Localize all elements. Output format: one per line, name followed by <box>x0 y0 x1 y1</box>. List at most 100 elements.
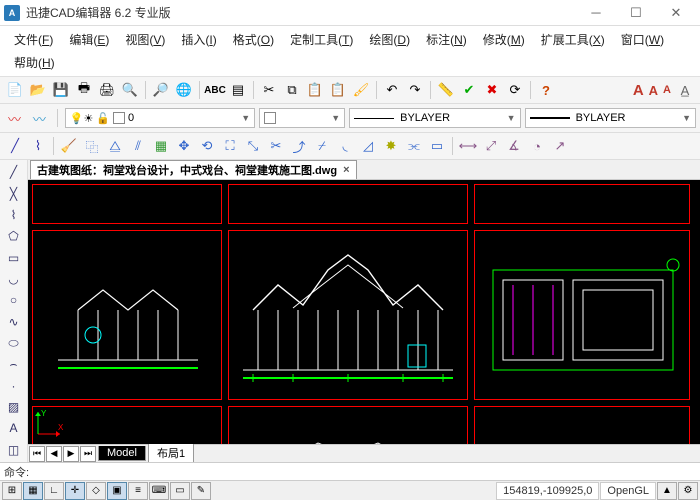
linetype-combo[interactable]: BYLAYER ▼ <box>349 108 520 128</box>
help-icon[interactable]: ? <box>535 79 557 101</box>
dyn-toggle[interactable]: ⌨ <box>149 482 169 500</box>
command-line[interactable]: 命令: <box>0 462 700 480</box>
menu-i[interactable]: 插入(I) <box>173 28 224 51</box>
dim-linear-icon[interactable]: ⟷ <box>457 135 479 157</box>
open-icon[interactable]: 📂 <box>27 79 49 101</box>
region-icon[interactable]: ▭ <box>426 135 448 157</box>
settings-icon[interactable]: ⚙ <box>678 482 698 500</box>
save-icon[interactable]: 💾 <box>50 79 72 101</box>
menu-o[interactable]: 格式(O) <box>225 28 282 51</box>
erase-icon[interactable]: 🧹 <box>58 135 80 157</box>
ellipse-arc-icon[interactable]: ⌢ <box>3 354 25 374</box>
file-tab[interactable]: 古建筑图纸：祠堂戏台设计，中式戏台、祠堂建筑施工图.dwg × <box>30 160 357 179</box>
close-tab-icon[interactable]: × <box>343 164 349 176</box>
print-icon[interactable]: 🖨 <box>96 79 118 101</box>
otrack-toggle[interactable]: ▣ <box>107 482 127 500</box>
brush2-icon[interactable]: 〰 <box>29 107 50 129</box>
tab-last-icon[interactable]: ⏭ <box>80 446 96 462</box>
array-icon[interactable]: ▦ <box>150 135 172 157</box>
matchprop-icon[interactable]: 🖌 <box>350 79 372 101</box>
join-icon[interactable]: ⫘ <box>403 135 425 157</box>
break-icon[interactable]: ⌿ <box>311 135 333 157</box>
offset-icon[interactable]: ⫽ <box>127 135 149 157</box>
menu-d[interactable]: 绘图(D) <box>361 28 418 51</box>
tab-prev-icon[interactable]: ◀ <box>46 446 62 462</box>
layers-icon[interactable]: ▤ <box>227 79 249 101</box>
text-mid-icon[interactable]: A <box>647 83 660 98</box>
compass-icon[interactable]: ▲ <box>657 482 677 500</box>
globe-icon[interactable]: 🌐 <box>173 79 195 101</box>
new-icon[interactable]: 📄 <box>4 79 26 101</box>
text-big-icon[interactable]: A <box>631 82 646 99</box>
model-toggle[interactable]: ▭ <box>170 482 190 500</box>
polar-toggle[interactable]: ✛ <box>65 482 85 500</box>
menu-w[interactable]: 窗口(W) <box>613 28 672 51</box>
grid-toggle[interactable]: ▦ <box>23 482 43 500</box>
minimize-button[interactable]: ─ <box>576 0 616 26</box>
close-button[interactable]: ✕ <box>656 0 696 26</box>
menu-m[interactable]: 修改(M) <box>475 28 533 51</box>
point-icon[interactable]: · <box>3 376 25 396</box>
paste-alt-icon[interactable]: 📋 <box>327 79 349 101</box>
undo-icon[interactable]: ↶ <box>381 79 403 101</box>
menu-e[interactable]: 编辑(E) <box>61 28 117 51</box>
explode-icon[interactable]: ✸ <box>380 135 402 157</box>
scale-icon[interactable]: ⛶ <box>219 135 241 157</box>
menu-t[interactable]: 定制工具(T) <box>282 28 361 51</box>
line-icon[interactable]: ╱ <box>4 135 26 157</box>
text-icon[interactable]: A <box>3 418 25 438</box>
trim-icon[interactable]: ✂ <box>265 135 287 157</box>
polyline-icon[interactable]: ⌇ <box>27 135 49 157</box>
tab-next-icon[interactable]: ▶ <box>63 446 79 462</box>
mirror-icon[interactable]: ⧋ <box>104 135 126 157</box>
refresh-icon[interactable]: ⟳ <box>504 79 526 101</box>
arc-icon[interactable]: ◡ <box>3 269 25 289</box>
cut-icon[interactable]: ✂ <box>258 79 280 101</box>
color-combo[interactable]: ▼ <box>259 108 345 128</box>
tab-model[interactable]: Model <box>98 446 146 461</box>
pline-icon[interactable]: ⌇ <box>3 205 25 225</box>
paste-icon[interactable]: 📋 <box>304 79 326 101</box>
lineweight-combo[interactable]: BYLAYER ▼ <box>525 108 696 128</box>
dim-angular-icon[interactable]: ∡ <box>503 135 525 157</box>
menu-n[interactable]: 标注(N) <box>418 28 475 51</box>
osnap-toggle[interactable]: ◇ <box>86 482 106 500</box>
snap-toggle[interactable]: ⊞ <box>2 482 22 500</box>
dim-radius-icon[interactable]: ◔ <box>526 135 548 157</box>
spell-icon[interactable]: ABC <box>204 79 226 101</box>
hatch-icon[interactable]: ▨ <box>3 397 25 417</box>
fillet-icon[interactable]: ◟ <box>334 135 356 157</box>
preview-icon[interactable]: 🔍 <box>119 79 141 101</box>
xline-icon[interactable]: ╳ <box>3 183 25 203</box>
text-small-icon[interactable]: A <box>661 84 673 96</box>
stretch-icon[interactable]: ⤡ <box>242 135 264 157</box>
line-icon[interactable]: ╱ <box>3 162 25 182</box>
dim-leader-icon[interactable]: ↗ <box>549 135 571 157</box>
copy-obj-icon[interactable]: ⿻ <box>81 135 103 157</box>
layer-combo[interactable]: 💡 ☀ 🔓 0 ▼ <box>65 108 255 128</box>
menu-x[interactable]: 扩展工具(X) <box>533 28 613 51</box>
ellipse-icon[interactable]: ⬭ <box>3 333 25 353</box>
copy-icon[interactable]: ⧉ <box>281 79 303 101</box>
redo-icon[interactable]: ↷ <box>404 79 426 101</box>
tablet-toggle[interactable]: ✎ <box>191 482 211 500</box>
text-tool-icon[interactable]: A̲ <box>674 79 696 101</box>
lwt-toggle[interactable]: ≡ <box>128 482 148 500</box>
menu-f[interactable]: 文件(F) <box>6 28 61 51</box>
spline-icon[interactable]: ∿ <box>3 312 25 332</box>
rotate-icon[interactable]: ⟲ <box>196 135 218 157</box>
chamfer-icon[interactable]: ◿ <box>357 135 379 157</box>
menu-v[interactable]: 视图(V) <box>117 28 173 51</box>
measure-icon[interactable]: 📏 <box>435 79 457 101</box>
extend-icon[interactable]: ⤴ <box>288 135 310 157</box>
saveall-icon[interactable]: 🖶 <box>73 79 95 101</box>
find-icon[interactable]: 🔎 <box>150 79 172 101</box>
dim-aligned-icon[interactable]: ⤢ <box>480 135 502 157</box>
menu-h[interactable]: 帮助(H) <box>6 51 63 74</box>
tab-layout1[interactable]: 布局1 <box>148 444 194 462</box>
tab-first-icon[interactable]: ⏮ <box>29 446 45 462</box>
ortho-toggle[interactable]: ∟ <box>44 482 64 500</box>
brush-icon[interactable]: 〰 <box>4 107 25 129</box>
move-icon[interactable]: ✥ <box>173 135 195 157</box>
maximize-button[interactable]: ☐ <box>616 0 656 26</box>
